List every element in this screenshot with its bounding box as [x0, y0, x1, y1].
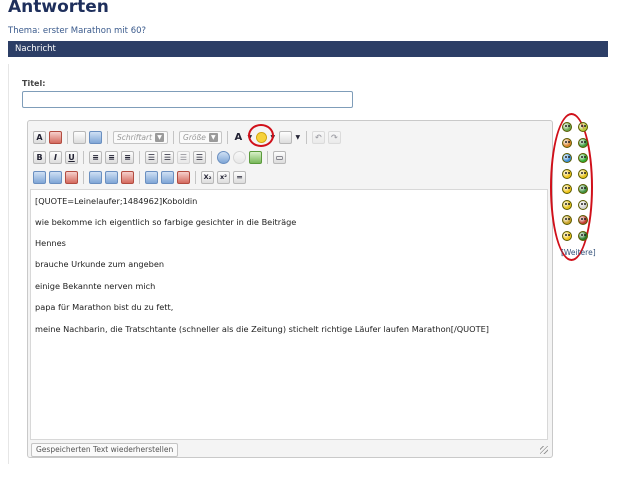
smilie-icon[interactable]: [562, 184, 572, 194]
align-center-icon[interactable]: ≡: [105, 151, 118, 164]
insert-row-below-icon[interactable]: [105, 171, 118, 184]
remove-format-icon[interactable]: A: [33, 131, 46, 144]
toolbar-row-3: X₂ x² ═: [33, 171, 246, 184]
horizontal-rule-icon[interactable]: ═: [233, 171, 246, 184]
smilie-icon[interactable]: [578, 122, 588, 132]
smilie-icon[interactable]: [562, 153, 572, 163]
smilie-icon[interactable]: [578, 199, 588, 210]
message-line: einige Bekannte nerven mich: [35, 281, 156, 291]
undo-icon[interactable]: ↶: [311, 131, 325, 144]
toolbar-row-1: A Schriftart ▼ Größe ▼ A ▼ ▼ ▼ ↶ ↷: [33, 131, 341, 144]
smilie-icon[interactable]: [578, 215, 588, 225]
message-line: meine Nachbarin, die Tratschtante (schne…: [35, 324, 489, 334]
page-title: Antworten: [8, 0, 109, 17]
insert-column-left-icon[interactable]: [145, 171, 158, 184]
smilie-icon[interactable]: [562, 122, 572, 132]
title-label: Titel:: [22, 79, 46, 88]
message-line: Hennes: [35, 238, 66, 248]
insert-column-right-icon[interactable]: [161, 171, 174, 184]
quote-icon[interactable]: ▭: [273, 151, 286, 164]
smilie-icon[interactable]: [578, 137, 588, 148]
link-icon[interactable]: [217, 151, 230, 164]
image-icon[interactable]: [249, 151, 262, 164]
title-input[interactable]: [22, 91, 353, 108]
smilie-icon[interactable]: [562, 137, 572, 148]
smilie-icon[interactable]: [562, 230, 572, 241]
font-select[interactable]: Schriftart ▼: [113, 131, 169, 144]
message-line: brauche Urkunde zum angeben: [35, 259, 165, 269]
smiley-button-highlight: [248, 124, 274, 147]
align-right-icon[interactable]: ≡: [121, 151, 134, 164]
more-smilies-link[interactable]: [Weitere]: [561, 248, 596, 257]
chevron-down-icon[interactable]: ▼: [295, 132, 301, 143]
smilie-icon[interactable]: [578, 184, 588, 194]
smilie-icon[interactable]: [578, 153, 588, 163]
bold-button[interactable]: B: [33, 151, 46, 164]
outdent-icon[interactable]: ☰: [177, 151, 190, 164]
smilie-icon[interactable]: [562, 199, 572, 210]
italic-button[interactable]: I: [49, 151, 62, 164]
resize-handle-icon[interactable]: [540, 446, 548, 454]
smilie-icon[interactable]: [562, 215, 572, 225]
font-color-icon[interactable]: A: [233, 132, 244, 143]
attachment-icon[interactable]: [278, 131, 292, 144]
delete-column-icon[interactable]: [177, 171, 190, 184]
paste-icon[interactable]: [89, 131, 102, 144]
smilie-icon[interactable]: [578, 230, 588, 241]
message-line: wie bekomme ich eigentlich so farbige ge…: [35, 217, 297, 227]
delete-row-icon[interactable]: [121, 171, 134, 184]
insert-row-above-icon[interactable]: [89, 171, 102, 184]
superscript-button[interactable]: x²: [217, 171, 230, 184]
indent-icon[interactable]: ☰: [193, 151, 206, 164]
redo-icon[interactable]: ↷: [327, 131, 341, 144]
section-header: Nachricht: [8, 41, 608, 57]
restore-text-button[interactable]: Gespeicherten Text wiederherstellen: [31, 443, 179, 457]
size-select[interactable]: Größe ▼: [179, 131, 222, 144]
table-icon[interactable]: [33, 171, 46, 184]
message-line: [QUOTE=Leinelaufer;1484962]Koboldin: [35, 196, 198, 206]
unordered-list-icon[interactable]: ☰: [161, 151, 174, 164]
toolbar-row-2: B I U ≡ ≡ ≡ ☰ ☰ ☰ ☰ ▭: [33, 151, 286, 164]
subscript-button[interactable]: X₂: [201, 171, 214, 184]
message-line: papa für Marathon bist du zu fett,: [35, 302, 174, 312]
table-delete-icon[interactable]: [65, 171, 78, 184]
smilie-icon[interactable]: [562, 168, 572, 179]
thread-title: Thema: erster Marathon mit 60?: [8, 26, 147, 36]
switch-mode-icon[interactable]: [49, 131, 62, 144]
ordered-list-icon[interactable]: ☰: [145, 151, 158, 164]
table-row-icon[interactable]: [49, 171, 62, 184]
unlink-icon[interactable]: [233, 151, 246, 164]
underline-button[interactable]: U: [65, 151, 78, 164]
smilie-icon[interactable]: [578, 168, 588, 179]
align-left-icon[interactable]: ≡: [89, 151, 102, 164]
cut-icon[interactable]: [73, 131, 86, 144]
